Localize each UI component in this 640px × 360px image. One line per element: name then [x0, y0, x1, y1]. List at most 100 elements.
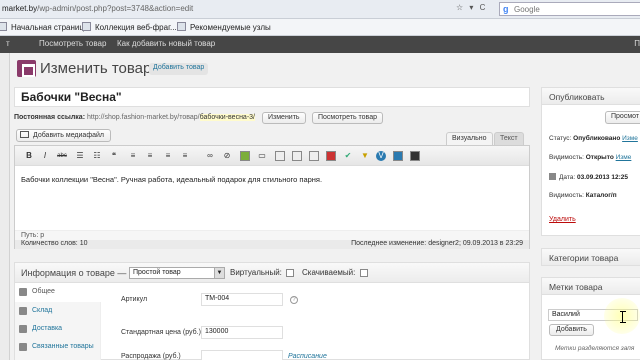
align-right-icon[interactable]: ≡: [163, 151, 173, 161]
numbered-list-icon[interactable]: ☷: [92, 151, 102, 161]
permalink-label: Постоянная ссылка:: [14, 114, 86, 121]
more-tag-icon[interactable]: ▭: [257, 151, 267, 161]
url-controls[interactable]: ☆ ▾ C: [456, 3, 487, 12]
add-media-button[interactable]: Добавить медиафайл: [16, 129, 111, 142]
sale-price-input[interactable]: [201, 350, 283, 360]
tab-inventory[interactable]: Склад: [15, 303, 101, 321]
admin-bar-site[interactable]: т: [6, 39, 10, 48]
check-icon[interactable]: ✔: [343, 151, 353, 161]
seo-icon[interactable]: ▼: [360, 151, 370, 161]
downloadable-label: Скачиваемый:: [302, 268, 356, 277]
product-data-tabs: Общее Склад Доставка Связанные товары: [15, 284, 101, 360]
schedule-link[interactable]: Расписание: [288, 353, 327, 360]
url-path: /wp-admin/post.php?post=3748&action=edit: [37, 4, 194, 13]
unlink-icon[interactable]: ⊘: [222, 151, 232, 161]
bullet-list-icon[interactable]: ☰: [75, 151, 85, 161]
tags-hint: Метки разделяются запя: [555, 345, 635, 352]
help-icon[interactable]: ?: [290, 296, 298, 304]
link-icon: [19, 343, 27, 351]
add-tag-button[interactable]: Добавить: [549, 324, 594, 336]
tags-box-title[interactable]: Метки товара: [542, 278, 640, 295]
visibility-line: Видимость: Открыто Изме: [549, 154, 632, 161]
preview-button[interactable]: Просмот: [605, 111, 640, 124]
bookmarks-bar: Начальная страница Коллекция веб-фраг...…: [0, 19, 640, 36]
gallery-icon[interactable]: [393, 151, 403, 161]
browser-search-input[interactable]: [514, 4, 634, 15]
table-icon[interactable]: [275, 151, 285, 161]
bookmark-item[interactable]: Коллекция веб-фраг...: [82, 22, 177, 32]
box-icon: [19, 307, 27, 315]
word-count: Количество слов: 10: [21, 240, 88, 247]
product-type-select[interactable]: Простой товар ▼: [129, 267, 225, 279]
page-icon: [177, 22, 186, 31]
editor-status-bar: Количество слов: 10 Последнее изменение:…: [15, 240, 529, 249]
video-icon[interactable]: [326, 151, 336, 161]
bold-icon[interactable]: B: [24, 151, 34, 161]
embed-icon[interactable]: [292, 151, 302, 161]
product-data-title: Информация о товаре —: [21, 268, 127, 278]
categories-box: Категории товара: [541, 248, 640, 266]
admin-bar-how-to-add[interactable]: Как добавить новый товар: [117, 39, 215, 48]
url-host: market.by: [2, 4, 38, 13]
permalink-base[interactable]: http://shop.fashion-market.by/товар/: [87, 114, 200, 121]
admin-bar-account[interactable]: П: [634, 39, 640, 48]
content-editor[interactable]: B I abc ☰ ☷ ❝ ≡ ≡ ≡ ≡ ∞ ⊘ ▭ ✔ ▼ V Бабочк…: [14, 145, 530, 249]
virtual-checkbox[interactable]: [286, 269, 294, 277]
tab-shipping[interactable]: Доставка: [15, 321, 101, 339]
visibility-edit-link[interactable]: Изме: [616, 154, 632, 161]
publish-box: Опубликовать Просмот Статус: Опубликован…: [541, 87, 640, 236]
tab-text[interactable]: Текст: [494, 132, 524, 145]
categories-box-title[interactable]: Категории товара: [542, 249, 640, 266]
editor-toolbar: B I abc ☰ ☷ ❝ ≡ ≡ ≡ ≡ ∞ ⊘ ▭ ✔ ▼ V: [15, 146, 529, 166]
status-edit-link[interactable]: Изме: [622, 135, 638, 142]
blockquote-icon[interactable]: ❝: [109, 151, 119, 161]
calendar-icon: [549, 173, 556, 180]
regular-price-label: Стандартная цена (руб.): [121, 329, 201, 336]
delete-link[interactable]: Удалить: [549, 216, 576, 223]
v-badge-icon[interactable]: V: [376, 151, 386, 161]
publish-box-title[interactable]: Опубликовать: [542, 88, 640, 105]
browser-url-bar[interactable]: market.by/wp-admin/post.php?post=3748&ac…: [0, 0, 640, 19]
permalink: Постоянная ссылка: http://shop.fashion-m…: [14, 114, 255, 121]
permalink-slug[interactable]: бабочки-весна-3/: [199, 114, 255, 121]
permalink-change-button[interactable]: Изменить: [262, 112, 306, 124]
folder-icon: [0, 22, 7, 31]
editor-content[interactable]: Бабочки коллекции "Весна". Ручная работа…: [21, 175, 322, 184]
post-title-field[interactable]: Бабочки "Весна": [14, 87, 530, 107]
google-icon: g: [503, 4, 509, 14]
fullscreen-icon[interactable]: [410, 151, 420, 161]
bookmark-item[interactable]: Начальная страница: [0, 22, 88, 32]
image-icon[interactable]: [240, 151, 250, 161]
link-icon[interactable]: ∞: [205, 151, 215, 161]
regular-price-input[interactable]: 130000: [201, 326, 283, 339]
sku-input[interactable]: ТМ-004: [201, 293, 283, 306]
product-icon: [17, 60, 36, 77]
bookmark-item[interactable]: Рекомендуемые узлы: [177, 22, 271, 32]
chevron-down-icon: ▼: [214, 268, 224, 278]
status-line: Статус: Опубликовано Изме: [549, 135, 638, 142]
admin-bar: т Посмотреть товар Как добавить новый то…: [0, 36, 640, 53]
media-icon: [20, 131, 29, 138]
strikethrough-icon[interactable]: abc: [57, 151, 67, 161]
virtual-label: Виртуальный:: [230, 268, 282, 277]
page-title: Изменить товар: [40, 60, 152, 77]
tab-general[interactable]: Общее: [15, 284, 101, 302]
add-product-button[interactable]: Добавить товар: [149, 63, 209, 75]
align-left-icon[interactable]: ≡: [128, 151, 138, 161]
browser-search-box[interactable]: g: [499, 2, 640, 16]
grid-icon[interactable]: [309, 151, 319, 161]
view-product-button[interactable]: Посмотреть товар: [312, 112, 383, 124]
align-center-icon[interactable]: ≡: [145, 151, 155, 161]
tab-linked-products[interactable]: Связанные товары: [15, 339, 101, 357]
admin-left-menu[interactable]: [0, 53, 10, 360]
page-icon: [82, 22, 91, 31]
catalog-visibility-line: Видимость: Каталог/п: [549, 192, 617, 199]
downloadable-checkbox[interactable]: [360, 269, 368, 277]
italic-icon[interactable]: I: [40, 151, 50, 161]
justify-icon[interactable]: ≡: [180, 151, 190, 161]
tab-visual[interactable]: Визуально: [446, 132, 493, 145]
address-field[interactable]: market.by/wp-admin/post.php?post=3748&ac…: [2, 4, 193, 13]
gear-icon: [19, 288, 27, 296]
product-data-box: Информация о товаре — Простой товар ▼ Ви…: [14, 262, 530, 360]
admin-bar-view-product[interactable]: Посмотреть товар: [39, 39, 106, 48]
